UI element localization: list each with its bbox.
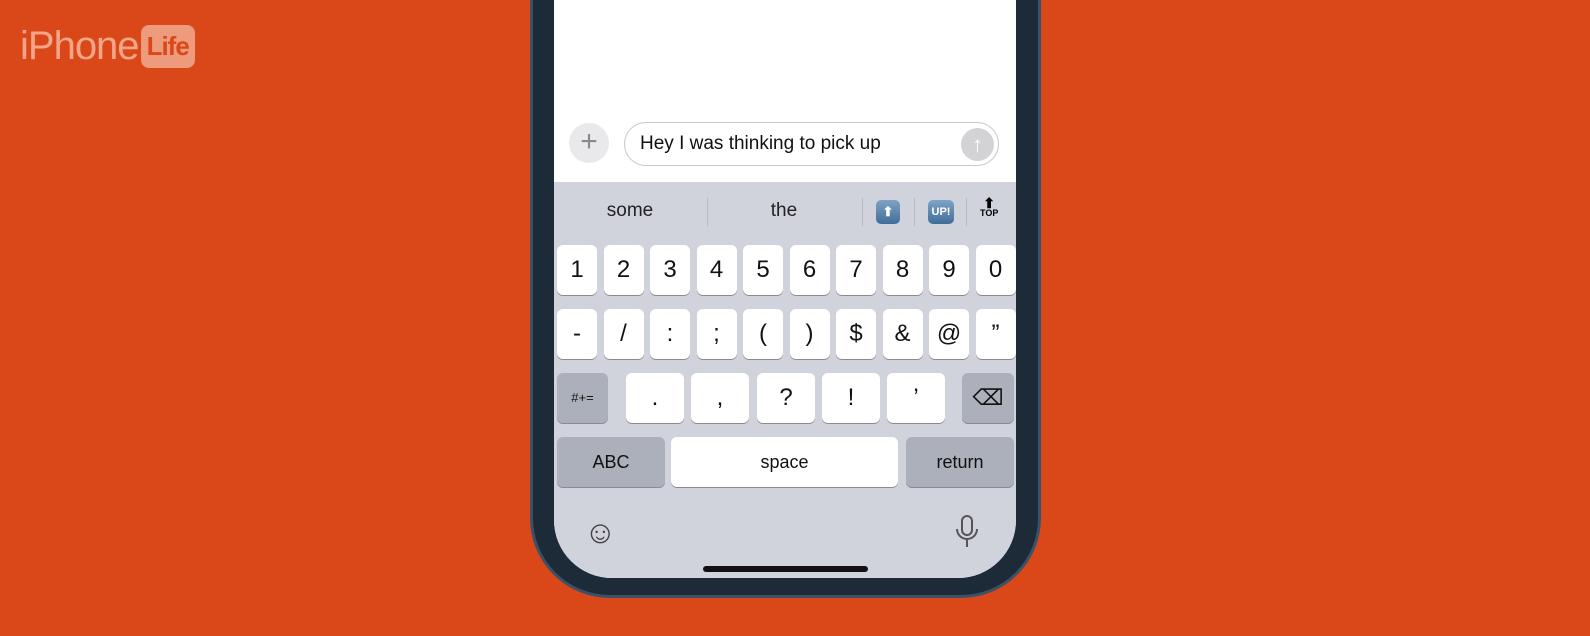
key[interactable]: ) [789,309,830,359]
key[interactable]: , [691,373,749,423]
key[interactable]: 8 [882,245,923,295]
key[interactable]: 2 [603,245,644,295]
divider [862,198,863,226]
key[interactable]: 5 [743,245,783,295]
smiley-icon[interactable]: ☺ [584,514,617,551]
key[interactable]: 9 [929,245,969,295]
home-indicator [703,566,868,572]
key[interactable]: ? [757,373,815,423]
key[interactable]: ’ [887,373,945,423]
key[interactable]: ; [696,309,737,359]
key[interactable]: / [603,309,644,359]
key[interactable]: 6 [789,245,830,295]
key[interactable]: - [557,309,597,359]
space-key[interactable]: space [671,437,898,487]
key[interactable]: ( [743,309,783,359]
key[interactable]: ! [822,373,880,423]
key[interactable]: . [626,373,684,423]
logo-text: iPhone [20,24,140,68]
top-label: TOP [980,208,999,218]
message-input[interactable]: Hey I was thinking to pick up ↑ [624,122,999,166]
key[interactable]: 0 [975,245,1016,295]
suggestion-the[interactable]: the [734,200,834,222]
keyboard: some the ⬆ UP! ⬆ TOP 1 -2 /3:4; 5 (6) 7 $8 & 9 @0 ”… [554,182,1016,578]
key[interactable]: @ [929,309,969,359]
key[interactable]: ” [975,309,1016,359]
up-button-emoji[interactable]: UP! [928,200,954,224]
phone-screen: + Hey I was thinking to pick up ↑ some th… [554,0,1016,578]
divider [914,198,915,226]
key[interactable]: 4 [696,245,737,295]
backspace-icon[interactable]: ⌫ [962,373,1014,423]
message-text: Hey I was thinking to pick up [640,133,881,154]
abc-key[interactable]: ABC [557,437,665,487]
key[interactable]: & [882,309,923,359]
key[interactable]: $ [836,309,876,359]
symbols-key[interactable]: #+= [557,373,608,423]
microphone-icon[interactable] [954,515,980,549]
arrow-up-icon[interactable]: ↑ [961,128,994,161]
logo-badge: Life [140,25,195,68]
top-arrow-emoji[interactable]: ⬆ TOP [980,196,999,218]
iphonelife-logo: iPhone Life [20,24,195,69]
divider [707,198,708,226]
key[interactable]: 3 [650,245,690,295]
plus-icon[interactable]: + [569,123,609,163]
key[interactable]: : [650,309,690,359]
key[interactable]: 1 [557,245,597,295]
return-key[interactable]: return [906,437,1014,487]
suggestion-some[interactable]: some [580,200,680,222]
key[interactable]: 7 [836,245,876,295]
up-arrow-emoji[interactable]: ⬆ [876,200,900,224]
divider [966,198,967,226]
